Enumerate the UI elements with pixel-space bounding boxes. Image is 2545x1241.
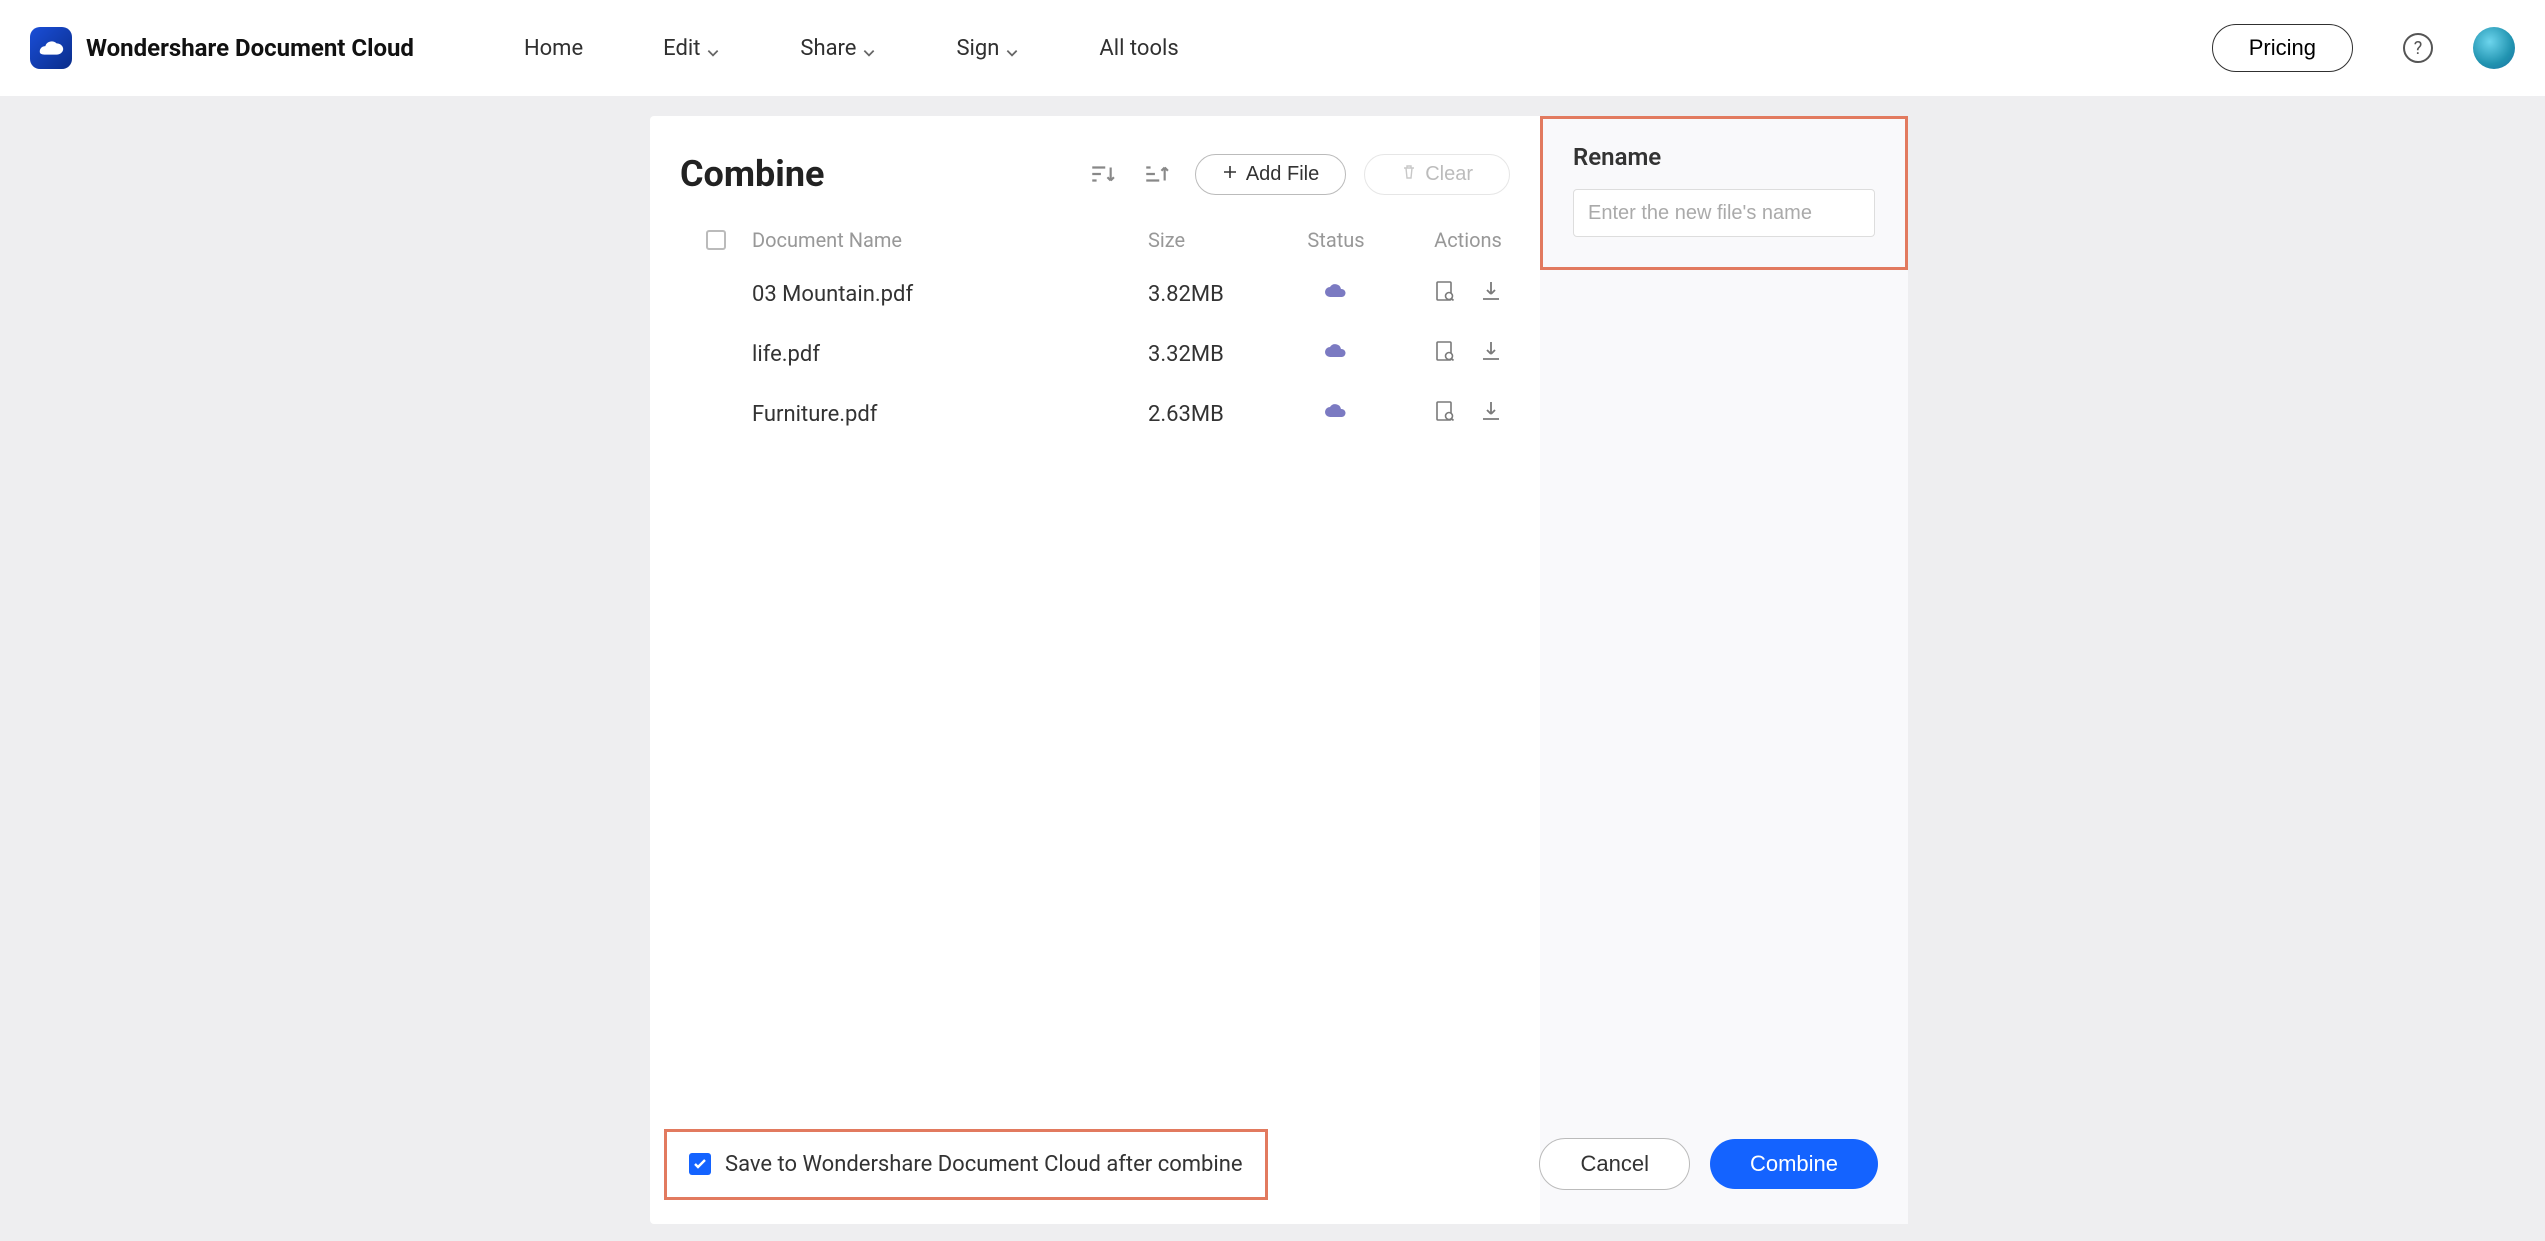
combine-footer: Save to Wondershare Document Cloud after… [650,1104,1908,1224]
plus-icon [1222,163,1238,186]
save-cloud-highlight-box: Save to Wondershare Document Cloud after… [664,1129,1268,1200]
sort-desc-icon[interactable] [1141,159,1171,189]
file-table: Document Name Size Status Actions 03 Mou… [680,216,1540,444]
combine-panel: Combine Add File Clear [650,116,1908,1224]
trash-icon [1401,163,1417,186]
add-file-button[interactable]: Add File [1195,154,1346,195]
nav-edit-label: Edit [663,36,700,61]
file-name: Furniture.pdf [752,402,1148,427]
brand-block: Wondershare Document Cloud [30,27,414,69]
sort-asc-icon[interactable] [1087,159,1117,189]
file-size: 3.32MB [1148,342,1276,367]
cloud-icon [1324,339,1348,369]
combine-button[interactable]: Combine [1710,1139,1878,1189]
help-icon[interactable]: ? [2403,33,2433,63]
table-row: Furniture.pdf 2.63MB [680,384,1540,444]
rename-title: Rename [1573,143,1875,171]
file-size: 2.63MB [1148,402,1276,427]
brand-name: Wondershare Document Cloud [86,34,414,62]
file-name: life.pdf [752,342,1148,367]
combine-left-pane: Combine Add File Clear [650,116,1540,444]
avatar[interactable] [2473,27,2515,69]
download-icon[interactable] [1479,279,1503,309]
cloud-icon [1324,279,1348,309]
cloud-icon [1324,399,1348,429]
download-icon[interactable] [1479,339,1503,369]
select-all-checkbox[interactable] [706,230,726,250]
nav-share-label: Share [800,36,856,61]
clear-button[interactable]: Clear [1364,154,1510,195]
nav-all-tools-label: All tools [1099,36,1178,61]
col-header-status: Status [1276,228,1396,252]
pricing-label: Pricing [2249,35,2316,60]
combine-label: Combine [1750,1151,1838,1176]
cancel-label: Cancel [1580,1151,1648,1176]
col-header-actions: Actions [1396,228,1540,252]
col-header-name: Document Name [752,228,1148,252]
chevron-down-icon [1005,41,1019,55]
nav-all-tools[interactable]: All tools [1099,36,1178,61]
table-row: 03 Mountain.pdf 3.82MB [680,264,1540,324]
col-header-size: Size [1148,228,1276,252]
add-file-label: Add File [1246,163,1319,186]
save-cloud-label: Save to Wondershare Document Cloud after… [725,1152,1243,1177]
nav-sign[interactable]: Sign [956,36,1019,61]
download-icon[interactable] [1479,399,1503,429]
cancel-button[interactable]: Cancel [1539,1138,1689,1190]
brand-logo-icon [30,27,72,69]
save-cloud-checkbox[interactable] [689,1153,711,1175]
nav-share[interactable]: Share [800,36,876,61]
preview-icon[interactable] [1433,339,1457,369]
chevron-down-icon [706,41,720,55]
table-header-row: Document Name Size Status Actions [680,216,1540,264]
nav-home-label: Home [524,36,583,61]
nav-sign-label: Sign [956,36,999,61]
combine-header: Combine Add File Clear [680,146,1540,202]
top-header: Wondershare Document Cloud Home Edit Sha… [0,0,2545,96]
nav-home[interactable]: Home [524,36,583,61]
main-nav: Home Edit Share Sign All tools [524,36,1179,61]
pricing-button[interactable]: Pricing [2212,24,2353,72]
preview-icon[interactable] [1433,279,1457,309]
preview-icon[interactable] [1433,399,1457,429]
nav-edit[interactable]: Edit [663,36,720,61]
rename-pane: Rename [1540,116,1908,1224]
page-title: Combine [680,153,1087,195]
file-size: 3.82MB [1148,282,1276,307]
file-name: 03 Mountain.pdf [752,282,1148,307]
rename-input[interactable] [1573,189,1875,237]
clear-label: Clear [1425,163,1473,186]
table-row: life.pdf 3.32MB [680,324,1540,384]
rename-highlight-box: Rename [1540,116,1908,270]
chevron-down-icon [862,41,876,55]
